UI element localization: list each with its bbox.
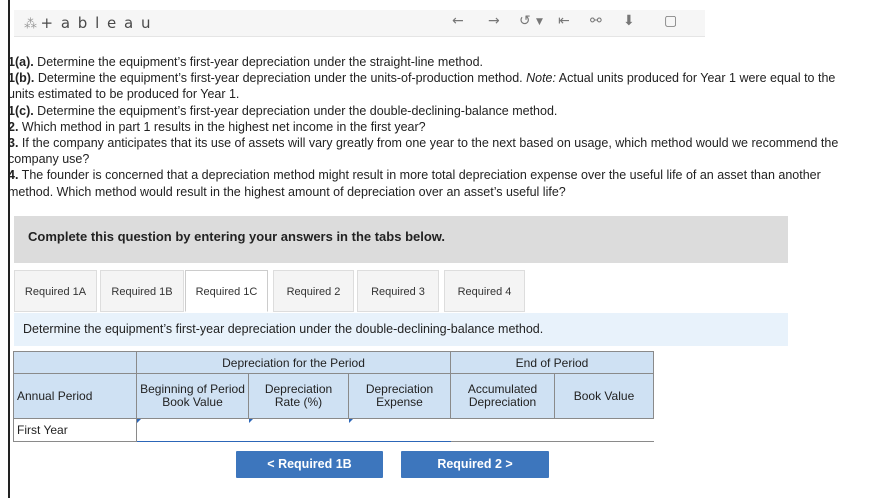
question-text: 1(a). Determine the equipment’s first-ye…: [8, 54, 863, 200]
question-1a-number: 1(a).: [8, 55, 34, 69]
beginning-book-value-input[interactable]: [137, 419, 252, 441]
forward-arrow-icon[interactable]: →: [488, 13, 500, 29]
download-icon[interactable]: ⬇: [623, 13, 635, 29]
header-end-of-period: End of Period: [450, 351, 654, 374]
accumulated-depreciation-cell: [450, 418, 558, 442]
question-1c-number: 1(c).: [8, 103, 34, 118]
question-1b-text: Determine the equipment’s first-year dep…: [34, 71, 527, 86]
row-label-first-year: First Year: [13, 418, 137, 442]
prev-required-1b-button[interactable]: < Required 1B: [236, 451, 383, 478]
tab-required-3[interactable]: Required 3: [357, 270, 439, 312]
question-4-text: The founder is concerned that a deprecia…: [8, 168, 821, 199]
question-1c: 1(c). Determine the equipment’s first-ye…: [8, 103, 863, 119]
header-accumulated-depreciation: Accumulated Depreciation: [450, 373, 555, 419]
header-depreciation-expense: Depreciation Expense: [348, 373, 451, 419]
beginning-book-value-cell: [136, 418, 252, 442]
tab-required-1b[interactable]: Required 1B: [100, 270, 184, 312]
book-value-cell: [554, 418, 657, 442]
tableau-logo-text: + a b l e a u: [40, 14, 152, 32]
tableau-logo-mark-icon: ⁂: [24, 17, 39, 32]
header-depreciation-rate: Depreciation Rate (%): [248, 373, 349, 419]
header-book-value: Book Value: [554, 373, 654, 419]
question-3-number: 3.: [8, 136, 19, 151]
question-1b: 1(b). Determine the equipment’s first-ye…: [8, 70, 863, 102]
tab-required-1c[interactable]: Required 1C: [185, 270, 268, 312]
tableau-logo: ⁂ + a b l e a u: [24, 14, 152, 32]
tab-prompt-text: Determine the equipment’s first-year dep…: [23, 322, 544, 336]
question-2-number: 2.: [8, 119, 19, 134]
question-1a-text: Determine the equipment’s first-year dep…: [33, 55, 484, 69]
question-2: 2. Which method in part 1 results in the…: [8, 119, 863, 135]
tab-required-2[interactable]: Required 2: [273, 270, 354, 312]
tab-required-1a[interactable]: Required 1A: [14, 270, 97, 312]
question-1a: 1(a). Determine the equipment’s first-ye…: [8, 54, 863, 70]
book-value-input[interactable]: [555, 419, 657, 441]
back-arrow-icon[interactable]: ←: [452, 13, 464, 29]
depreciation-rate-cell: [248, 418, 352, 442]
accumulated-depreciation-input[interactable]: [451, 419, 558, 441]
revert-icon[interactable]: ↺: [519, 13, 531, 29]
question-2-text: Which method in part 1 results in the hi…: [18, 119, 426, 134]
depreciation-expense-cell: [348, 418, 454, 442]
question-1b-number: 1(b).: [8, 71, 35, 86]
depreciation-table: Depreciation for the Period End of Perio…: [13, 351, 657, 442]
table-row: First Year: [13, 418, 657, 442]
tableau-toolbar: ⁂ + a b l e a u ← → ↺ ▼ ⇤ ⚯ ⬇ ▢: [14, 10, 705, 37]
header-annual-period: Annual Period: [13, 373, 137, 419]
instructions-text: Complete this question by entering your …: [28, 229, 446, 244]
header-depreciation-for-period: Depreciation for the Period: [136, 351, 451, 374]
tab-required-4[interactable]: Required 4: [444, 270, 525, 312]
question-4: 4. The founder is concerned that a depre…: [8, 167, 863, 199]
question-3: 3. If the company anticipates that its u…: [8, 135, 863, 167]
depreciation-rate-input[interactable]: [249, 419, 352, 441]
fullscreen-icon[interactable]: ▢: [664, 13, 677, 29]
dropdown-caret-icon[interactable]: ▼: [536, 17, 543, 27]
share-icon[interactable]: ⚯: [590, 13, 602, 29]
header-blank: [13, 351, 137, 374]
next-required-2-button[interactable]: Required 2 >: [401, 451, 549, 478]
depreciation-expense-input[interactable]: [349, 419, 454, 441]
question-4-number: 4.: [8, 168, 19, 183]
question-1b-note-label: Note:: [526, 71, 556, 86]
reset-to-start-icon[interactable]: ⇤: [558, 13, 570, 29]
header-beginning-book-value: Beginning of Period Book Value: [136, 373, 249, 419]
question-1c-text: Determine the equipment’s first-year dep…: [33, 103, 558, 118]
question-3-text: If the company anticipates that its use …: [8, 136, 839, 167]
tab-prompt: Determine the equipment’s first-year dep…: [14, 313, 788, 346]
instructions-banner: Complete this question by entering your …: [14, 216, 788, 263]
